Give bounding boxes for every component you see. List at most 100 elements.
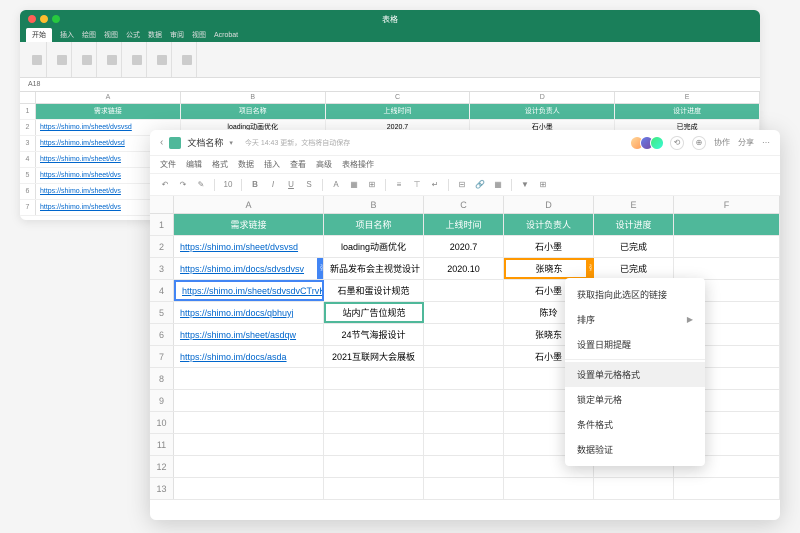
- filter-icon[interactable]: ▼: [520, 180, 530, 190]
- history-icon[interactable]: ⟲: [670, 136, 684, 150]
- table-header[interactable]: 设计负责人: [470, 104, 615, 119]
- cell[interactable]: 已完成: [594, 258, 674, 279]
- menu-data[interactable]: 数据: [238, 159, 254, 170]
- dropdown-icon[interactable]: ▾: [229, 139, 233, 147]
- context-menu-item[interactable]: 获取指向此选区的链接: [565, 282, 705, 307]
- menu-file[interactable]: 文件: [160, 159, 176, 170]
- strike-icon[interactable]: S: [304, 180, 314, 190]
- cell[interactable]: [424, 434, 504, 455]
- cell-link[interactable]: https://shimo.im/sheet/sdvsdvCTrvKB: [174, 280, 324, 301]
- cell[interactable]: [424, 324, 504, 345]
- col-header[interactable]: C: [326, 92, 471, 103]
- cell[interactable]: [324, 434, 424, 455]
- cell[interactable]: [324, 478, 424, 499]
- editing-icon[interactable]: [182, 55, 192, 65]
- menu-format[interactable]: 格式: [212, 159, 228, 170]
- cell[interactable]: [674, 214, 780, 235]
- cell[interactable]: [324, 390, 424, 411]
- merge-icon[interactable]: ⊟: [457, 180, 467, 190]
- cell[interactable]: [594, 478, 674, 499]
- tab-formula[interactable]: 公式: [126, 30, 140, 40]
- cell[interactable]: [424, 456, 504, 477]
- context-menu-item[interactable]: 设置日期提醒: [565, 332, 705, 357]
- cell[interactable]: [674, 236, 780, 257]
- cell[interactable]: 石墨和蛋设计规范: [324, 280, 424, 301]
- table-header[interactable]: 上线时间: [424, 214, 504, 235]
- minimize-icon[interactable]: [40, 15, 48, 23]
- cell[interactable]: [324, 368, 424, 389]
- cell[interactable]: loading动画优化: [324, 236, 424, 257]
- col-header[interactable]: E: [594, 196, 674, 213]
- cell[interactable]: 已完成: [594, 236, 674, 257]
- image-icon[interactable]: ▦: [493, 180, 503, 190]
- col-header[interactable]: B: [324, 196, 424, 213]
- tab-view2[interactable]: 视图: [192, 30, 206, 40]
- undo-icon[interactable]: ↶: [160, 180, 170, 190]
- share-button[interactable]: 分享: [738, 137, 754, 148]
- table-header[interactable]: 需求链接: [36, 104, 181, 119]
- border-icon[interactable]: ⊞: [367, 180, 377, 190]
- cell[interactable]: [424, 368, 504, 389]
- back-icon[interactable]: ‹: [160, 137, 163, 148]
- cell[interactable]: [424, 346, 504, 367]
- collaborator-avatars[interactable]: [634, 136, 664, 150]
- cell[interactable]: [424, 390, 504, 411]
- freeze-icon[interactable]: ⊞: [538, 180, 548, 190]
- cell[interactable]: [174, 434, 324, 455]
- align-icon[interactable]: [82, 55, 92, 65]
- collaborate-button[interactable]: 协作: [714, 137, 730, 148]
- cell-link[interactable]: https://shimo.im/docs/asda: [174, 346, 324, 367]
- cell[interactable]: 张晓东张小婷: [504, 258, 594, 279]
- tab-insert[interactable]: 插入: [60, 30, 74, 40]
- avatar[interactable]: [650, 136, 664, 150]
- col-header[interactable]: D: [504, 196, 594, 213]
- col-header[interactable]: C: [424, 196, 504, 213]
- col-header[interactable]: E: [615, 92, 760, 103]
- menu-insert[interactable]: 插入: [264, 159, 280, 170]
- table-header[interactable]: 设计进度: [594, 214, 674, 235]
- cell[interactable]: [424, 478, 504, 499]
- styles-icon[interactable]: [132, 55, 142, 65]
- cell[interactable]: [424, 412, 504, 433]
- context-menu-item[interactable]: 排序▶: [565, 307, 705, 332]
- bold-icon[interactable]: B: [250, 180, 260, 190]
- tab-data[interactable]: 数据: [148, 30, 162, 40]
- cell[interactable]: [174, 390, 324, 411]
- col-header[interactable]: F: [674, 196, 780, 213]
- cells-icon[interactable]: [157, 55, 167, 65]
- wrap-icon[interactable]: ↵: [430, 180, 440, 190]
- context-menu-item[interactable]: 条件格式: [565, 412, 705, 437]
- menu-table-ops[interactable]: 表格操作: [342, 159, 374, 170]
- cell[interactable]: [424, 302, 504, 323]
- menu-advanced[interactable]: 高级: [316, 159, 332, 170]
- cell-link[interactable]: https://shimo.im/sheet/asdqw: [174, 324, 324, 345]
- link-icon[interactable]: 🔗: [475, 180, 485, 190]
- comment-icon[interactable]: ⊕: [692, 136, 706, 150]
- menu-view[interactable]: 查看: [290, 159, 306, 170]
- cell[interactable]: [174, 478, 324, 499]
- cell-link[interactable]: https://shimo.im/sheet/dvsvsd: [174, 236, 324, 257]
- table-header[interactable]: 上线时间: [326, 104, 471, 119]
- paste-icon[interactable]: [32, 55, 42, 65]
- underline-icon[interactable]: U: [286, 180, 296, 190]
- cell[interactable]: 24节气海报设计: [324, 324, 424, 345]
- cell[interactable]: [324, 412, 424, 433]
- font-size-icon[interactable]: 10: [223, 180, 233, 190]
- redo-icon[interactable]: ↷: [178, 180, 188, 190]
- col-header[interactable]: D: [470, 92, 615, 103]
- cell-link[interactable]: https://shimo.im/docs/qbhuyj: [174, 302, 324, 323]
- cell[interactable]: [174, 456, 324, 477]
- close-icon[interactable]: [28, 15, 36, 23]
- cell[interactable]: [674, 258, 780, 279]
- cell[interactable]: 2020.10: [424, 258, 504, 279]
- number-icon[interactable]: [107, 55, 117, 65]
- table-header[interactable]: 项目名称: [324, 214, 424, 235]
- cell[interactable]: 2020.7: [424, 236, 504, 257]
- more-icon[interactable]: ⋯: [762, 138, 770, 147]
- context-menu-item[interactable]: 锁定单元格: [565, 387, 705, 412]
- doc-title[interactable]: 文档名称: [187, 136, 223, 149]
- tab-view[interactable]: 视图: [104, 30, 118, 40]
- cell[interactable]: [674, 478, 780, 499]
- col-header[interactable]: A: [174, 196, 324, 213]
- cell[interactable]: 新品发布会主视觉设计: [324, 258, 424, 279]
